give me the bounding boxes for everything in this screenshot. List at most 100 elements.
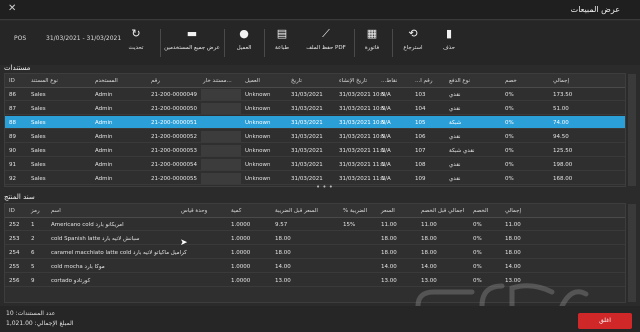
cell-number: 21-200-0000049 — [151, 92, 197, 98]
return-button[interactable]: ⟲ استرجاع — [396, 27, 430, 63]
mouse-cursor-icon: ➤ — [180, 238, 188, 248]
document-row[interactable]: 88 Sales Admin 21-200-0000051 Unknown 31/03/2… — [5, 116, 625, 129]
cell-id: 86 — [9, 92, 16, 98]
cell-discount: 0% — [505, 162, 514, 168]
cell-points: N/A — [381, 162, 391, 168]
cell-payment-type: شبكة — [449, 120, 462, 126]
col-payment-type[interactable]: نوع الدفع — [449, 78, 470, 84]
cell-name: cold mocha موكا بارد — [51, 264, 105, 270]
cell-number: 21-200-0000054 — [151, 162, 197, 168]
print-button[interactable]: ▤ طباعة — [266, 27, 298, 63]
cell-name: cold Spanish latte سبانش لاتيه بارد — [51, 236, 140, 242]
cell-created: 31/03/2021 10:5 — [339, 106, 385, 112]
refresh-button[interactable]: ↻ تحديث — [114, 27, 158, 63]
cell-customer: Unknown — [245, 148, 271, 154]
close-button[interactable]: اغلق — [578, 313, 632, 329]
document-row[interactable]: 87 Sales Admin 21-200-0000050 Unknown 31/03/2… — [5, 102, 625, 115]
delete-button[interactable]: ▮ حذف — [434, 27, 464, 63]
cell-total: 18.00 — [505, 236, 521, 242]
cell-points: N/A — [381, 120, 391, 126]
col-discount[interactable]: خصم — [505, 78, 517, 84]
cell-total: 168.00 — [553, 176, 573, 182]
close-icon[interactable]: ✕ — [8, 3, 16, 14]
date-range-field[interactable]: 31/03/2021 - 31/03/2021 — [46, 35, 121, 49]
save-pdf-label: حفظ الملف PDF — [306, 45, 346, 51]
cell-discount: 0% — [473, 264, 482, 270]
cell-discount: 0% — [505, 176, 514, 182]
col-total-before-discount[interactable]: اجمالي قبل الخصم — [421, 208, 464, 214]
external-doc-cell — [201, 117, 241, 128]
customer-button[interactable]: ● العميل — [226, 27, 262, 63]
refresh-label: تحديث — [128, 45, 144, 51]
cell-number: 21-200-0000052 — [151, 134, 197, 140]
cell-user: Admin — [95, 176, 113, 182]
product-row[interactable]: 253 2 cold Spanish latte سبانش لاتيه بارد 1… — [5, 232, 625, 245]
col-tax[interactable]: % الضريبة — [343, 208, 367, 214]
col-total[interactable]: إجمالي — [553, 78, 569, 84]
cell-total-before-discount: 14.00 — [421, 264, 437, 270]
col-number[interactable]: رقم — [151, 78, 160, 84]
product-row[interactable]: 252 1 Americano cold امريكانو بارد 1.0000 9.… — [5, 218, 625, 231]
col-date[interactable]: تاريخ — [291, 78, 302, 84]
save-pdf-button[interactable]: ⟋ حفظ الملف PDF — [300, 27, 352, 63]
col-total[interactable]: إجمالي — [505, 208, 521, 214]
cell-receipt-number: 108 — [415, 162, 426, 168]
cell-price: 13.00 — [381, 278, 397, 284]
document-row[interactable]: 91 Sales Admin 21-200-0000054 Unknown 31/03/2… — [5, 158, 625, 171]
col-id[interactable]: ID — [9, 208, 15, 214]
show-all-users-button[interactable]: ▬ عرض جميع المستخدمين — [162, 27, 222, 63]
col-external-doc[interactable]: مستند خار... — [203, 78, 232, 84]
col-doc-type[interactable]: نوع المستند — [31, 78, 58, 84]
col-quantity[interactable]: كمية — [231, 208, 241, 214]
cell-total: 51.00 — [553, 106, 569, 112]
col-unit[interactable]: وحدة قياس — [181, 208, 207, 214]
col-created[interactable]: تاريخ الإنشاء — [339, 78, 367, 84]
cell-number: 21-200-0000051 — [151, 120, 197, 126]
document-row[interactable]: 89 Sales Admin 21-200-0000052 Unknown 31/03/2… — [5, 130, 625, 143]
cell-doc-type: Sales — [31, 176, 46, 182]
col-name[interactable]: اسم — [51, 208, 61, 214]
cell-customer: Unknown — [245, 134, 271, 140]
col-customer[interactable]: العميل — [245, 78, 260, 84]
cell-doc-type: Sales — [31, 106, 46, 112]
cell-payment-type: نقدي — [449, 106, 461, 112]
col-price[interactable]: السعر — [381, 208, 395, 214]
cell-doc-type: Sales — [31, 92, 46, 98]
cell-name: cortado كورتادو — [51, 278, 91, 284]
toolbar-divider — [160, 29, 161, 57]
return-icon: ⟲ — [408, 27, 418, 40]
cell-points: N/A — [381, 92, 391, 98]
col-price-before-tax[interactable]: السعر قبل الضريبة — [275, 208, 318, 214]
col-points[interactable]: ...نقاط — [381, 78, 397, 84]
invoice-icon: ▦ — [366, 27, 378, 40]
cell-payment-type: نقدي شبكة — [449, 148, 475, 154]
cell-price: 18.00 — [381, 236, 397, 242]
product-row[interactable]: 254 6 caramel macchiato latte cold كراميل … — [5, 246, 625, 259]
col-code[interactable]: رمز — [31, 208, 40, 214]
pos-selector[interactable]: POS — [14, 35, 26, 49]
cell-id: 255 — [9, 264, 20, 270]
col-discount[interactable]: الخصم — [473, 208, 488, 214]
products-scrollbar[interactable] — [628, 204, 636, 302]
cell-customer: Unknown — [245, 176, 271, 182]
document-row[interactable]: 90 Sales Admin 21-200-0000053 Unknown 31/03/2… — [5, 144, 625, 157]
invoice-label: فاتورة — [364, 45, 380, 51]
cell-price-before-tax: 18.00 — [275, 236, 291, 242]
cell-id: 87 — [9, 106, 16, 112]
documents-scrollbar[interactable] — [628, 74, 636, 186]
document-row[interactable]: 92 Sales Admin 21-200-0000055 Unknown 31/03/2… — [5, 172, 625, 185]
invoice-button[interactable]: ▦ فاتورة — [356, 27, 388, 63]
col-id[interactable]: ID — [9, 78, 15, 84]
cell-code: 2 — [31, 236, 35, 242]
cell-quantity: 1.0000 — [231, 264, 251, 270]
cell-discount: 0% — [505, 148, 514, 154]
col-receipt-number[interactable]: ...رقم ا — [415, 78, 432, 84]
refresh-icon: ↻ — [131, 27, 141, 40]
document-row[interactable]: 86 Sales Admin 21-200-0000049 Unknown 31/03/2… — [5, 88, 625, 101]
splitter-handle[interactable]: • • • — [316, 183, 333, 191]
col-user[interactable]: المستخدم — [95, 78, 118, 84]
cell-id: 90 — [9, 148, 16, 154]
cell-total: 18.00 — [505, 250, 521, 256]
documents-section-title: مستندات — [4, 64, 31, 72]
delete-label: حذف — [443, 45, 455, 51]
